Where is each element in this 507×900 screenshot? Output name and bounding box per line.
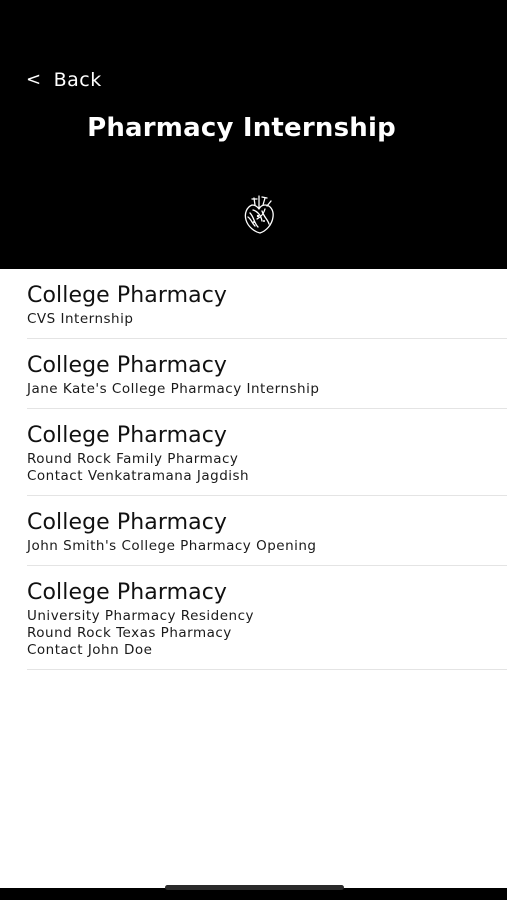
item-details: Round Rock Family Pharmacy Contact Venka… [27, 451, 507, 485]
item-line: John Smith's College Pharmacy Opening [27, 538, 317, 554]
chevron-left-icon: < [26, 69, 42, 90]
screen: < Back Pharmacy Internship College Pharm… [0, 0, 507, 900]
item-line: Round Rock Texas Pharmacy [27, 625, 232, 641]
page-title: Pharmacy Internship [87, 113, 396, 143]
list-item[interactable]: College Pharmacy Round Rock Family Pharm… [27, 409, 507, 496]
anatomical-heart-icon [244, 195, 274, 234]
item-details: CVS Internship [27, 311, 507, 328]
item-details: John Smith's College Pharmacy Opening [27, 538, 507, 555]
internship-list: College Pharmacy CVS Internship College … [0, 269, 507, 670]
list-item[interactable]: College Pharmacy University Pharmacy Res… [27, 566, 507, 670]
list-item[interactable]: College Pharmacy CVS Internship [27, 269, 507, 339]
item-line: Contact Venkatramana Jagdish [27, 468, 250, 484]
item-title: College Pharmacy [27, 283, 228, 308]
item-title: College Pharmacy [27, 353, 228, 378]
list-item[interactable]: College Pharmacy John Smith's College Ph… [27, 496, 507, 566]
list-item[interactable]: College Pharmacy Jane Kate's College Pha… [27, 339, 507, 409]
item-line: Contact John Doe [27, 642, 153, 658]
item-line: CVS Internship [27, 311, 134, 327]
item-title: College Pharmacy [27, 423, 228, 448]
header: < Back Pharmacy Internship [0, 0, 507, 269]
back-label: Back [53, 69, 102, 91]
item-details: University Pharmacy Residency Round Rock… [27, 608, 507, 659]
item-title: College Pharmacy [27, 580, 228, 605]
item-title: College Pharmacy [27, 510, 228, 535]
item-line: Round Rock Family Pharmacy [27, 451, 239, 467]
home-indicator[interactable] [165, 885, 344, 890]
back-button[interactable]: < Back [26, 66, 102, 94]
item-details: Jane Kate's College Pharmacy Internship [27, 381, 507, 398]
item-line: Jane Kate's College Pharmacy Internship [27, 381, 320, 397]
item-line: University Pharmacy Residency [27, 608, 255, 624]
